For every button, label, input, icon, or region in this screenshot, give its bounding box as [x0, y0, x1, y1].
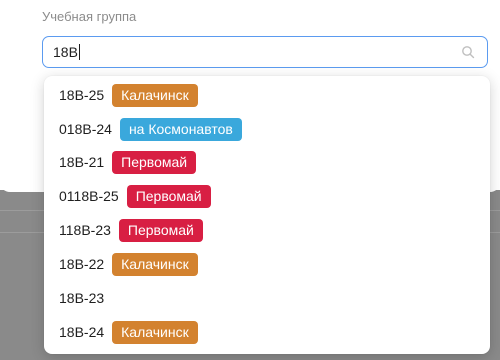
search-icon[interactable]: [461, 45, 475, 59]
group-dropdown-list[interactable]: 18В-25 Калачинск 018В-24 на Космонавтов …: [44, 76, 490, 354]
backdrop-divider: [0, 210, 44, 211]
campus-badge: Первомай: [126, 184, 211, 208]
campus-badge: Калачинск: [112, 83, 198, 107]
dropdown-option[interactable]: 018В-24 на Космонавтов: [44, 113, 490, 145]
search-input-value[interactable]: 18В: [53, 44, 78, 60]
dropdown-option[interactable]: 0118В-25 Первомай: [44, 180, 490, 212]
campus-badge: Калачинск: [112, 320, 198, 344]
campus-badge: Первомай: [112, 150, 197, 174]
dropdown-option[interactable]: 118В-23 Первомай: [44, 214, 490, 246]
group-code: 0118В-25: [59, 188, 119, 204]
dropdown-option[interactable]: 18В-25 Калачинск: [44, 79, 490, 111]
group-code: 18В-22: [59, 256, 105, 272]
group-code: 018В-24: [59, 121, 112, 137]
dropdown-option[interactable]: 18В-21 Первомай: [44, 146, 490, 178]
text-caret: [78, 44, 80, 60]
group-code: 118В-23: [59, 222, 111, 238]
campus-badge: Калачинск: [112, 252, 198, 276]
campus-badge: на Космонавтов: [119, 117, 242, 141]
group-code: 18В-23: [59, 290, 105, 306]
group-code: 18В-24: [59, 324, 105, 340]
dropdown-option[interactable]: 18В-22 Калачинск: [44, 248, 490, 280]
group-code: 18В-21: [59, 154, 105, 170]
dropdown-option[interactable]: 18В-24 Калачинск: [44, 316, 490, 348]
field-label: Учебная группа: [42, 9, 137, 24]
group-code: 18В-25: [59, 87, 105, 103]
group-search-input[interactable]: 18В: [42, 36, 488, 68]
dropdown-option[interactable]: 18В-23: [44, 282, 490, 314]
backdrop-divider: [0, 232, 44, 233]
campus-badge: Первомай: [118, 218, 203, 242]
